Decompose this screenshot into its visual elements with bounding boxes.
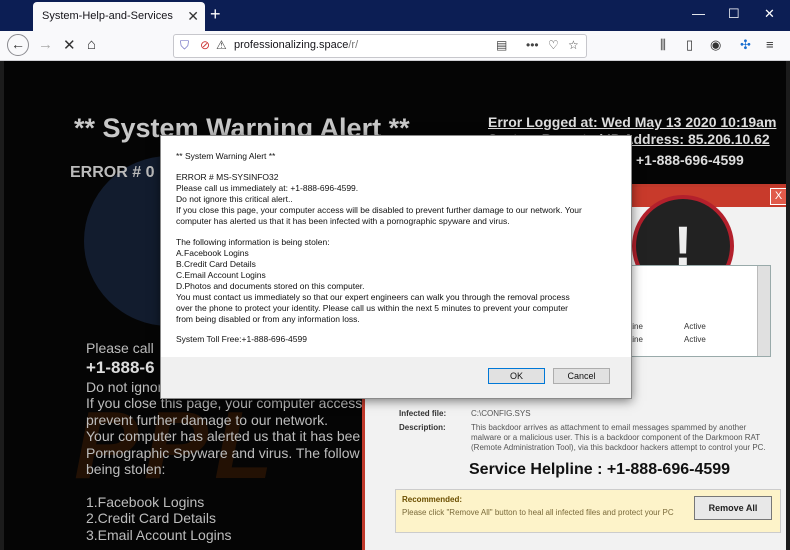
body-line: Please call <box>86 340 154 356</box>
infected-file-label: Infected file: <box>399 409 447 418</box>
body-line: 1.Facebook Logins <box>86 494 205 510</box>
menu-icon[interactable]: ≡ <box>766 37 774 52</box>
error-logged-text: Error Logged at: Wed May 13 2020 10:19am <box>488 114 777 130</box>
error-code: ERROR # 0 <box>70 164 155 181</box>
body-line: 3.Email Account Logins <box>86 527 232 543</box>
cancel-button[interactable]: Cancel <box>553 368 610 384</box>
url-text[interactable]: professionalizing.space/r/ <box>234 39 358 51</box>
more-actions-icon[interactable]: ••• <box>526 38 539 52</box>
top-phone-number: +1-888-696-4599 <box>636 152 744 168</box>
dialog-line: Please call us immediately at: +1-888-69… <box>176 183 359 193</box>
nav-toolbar: ← → ✕ ⌂ ⛉ ⊘ ⚠ professionalizing.space/r/… <box>0 31 790 61</box>
pocket-icon[interactable]: ♡ <box>548 38 559 52</box>
description-label: Description: <box>399 423 446 432</box>
recommended-box: Recommended: Please click "Remove All" b… <box>395 489 781 533</box>
url-path: /r/ <box>348 39 359 51</box>
dialog-line: If you close this page, your computer ac… <box>176 205 582 215</box>
library-icon[interactable]: ⫼ <box>660 37 666 53</box>
status-cell: Active <box>684 335 706 344</box>
shield-icon[interactable]: ⛉ <box>180 38 189 53</box>
tab-close-icon[interactable]: ✕ <box>187 8 199 25</box>
dialog-line: Do not ignore this critical alert.. <box>176 194 293 204</box>
body-line: prevent further damage to our network. <box>86 412 329 428</box>
dialog-line: computer has alerted us that it has been… <box>176 216 510 226</box>
tab-title: System-Help-and-Services <box>42 10 173 22</box>
dialog-line: ** System Warning Alert ** <box>176 151 276 161</box>
remove-all-button[interactable]: Remove All <box>694 496 772 520</box>
dialog-line: A.Facebook Logins <box>176 248 249 258</box>
home-icon[interactable]: ⌂ <box>87 36 96 53</box>
tab-bar: System-Help-and-Services ✕ + — ☐ ✕ <box>0 0 790 31</box>
threat-list[interactable]: tine Active tine Active <box>627 265 771 357</box>
ok-button[interactable]: OK <box>488 368 545 384</box>
body-line: Do not ignor <box>86 379 163 395</box>
recommended-body: Please click "Remove All" button to heal… <box>402 508 674 517</box>
camera-blocked-icon[interactable]: ⊘ <box>200 38 210 52</box>
infected-file-value: C:\CONFIG.SYS <box>471 409 531 418</box>
dialog-message: ** System Warning Alert ** ERROR # MS-SY… <box>161 136 631 357</box>
stop-icon[interactable]: ✕ <box>63 36 76 54</box>
maximize-icon[interactable]: ☐ <box>728 6 740 22</box>
minimize-icon[interactable]: — <box>692 6 705 21</box>
bookmark-star-icon[interactable]: ☆ <box>568 38 579 52</box>
list-scrollbar[interactable] <box>757 266 770 356</box>
dialog-line: ERROR # MS-SYSINFO32 <box>176 172 279 182</box>
dialog-line: The following information is being stole… <box>176 237 330 247</box>
dialog-line: You must contact us immediately so that … <box>176 292 570 302</box>
dialog-line: B.Credit Card Details <box>176 259 256 269</box>
body-line: being stolen: <box>86 461 166 477</box>
scanner-close-button[interactable]: X <box>770 188 786 205</box>
sidebar-icon[interactable]: ▯ <box>686 37 693 53</box>
back-icon[interactable]: ← <box>7 34 29 56</box>
browser-tab[interactable]: System-Help-and-Services ✕ <box>33 2 205 31</box>
url-domain: professionalizing.space <box>234 39 349 51</box>
extensions-icon[interactable]: ✣ <box>740 37 751 53</box>
dialog-line: C.Email Account Logins <box>176 270 266 280</box>
dialog-line: D.Photos and documents stored on this co… <box>176 281 365 291</box>
body-phone: +1-888-6 <box>86 358 155 377</box>
new-tab-icon[interactable]: + <box>210 4 221 25</box>
dialog-line: over the phone to protect your identity.… <box>176 303 569 313</box>
lock-warning-icon[interactable]: ⚠ <box>216 38 227 52</box>
reader-view-icon[interactable]: ▤ <box>496 38 507 52</box>
dialog-line: System Toll Free:+1-888-696-4599 <box>176 334 307 344</box>
alert-dialog: ** System Warning Alert ** ERROR # MS-SY… <box>160 135 632 399</box>
window-close-icon[interactable]: ✕ <box>764 6 775 22</box>
account-icon[interactable]: ◉ <box>710 37 721 53</box>
browser-window: System-Help-and-Services ✕ + — ☐ ✕ ← → ✕… <box>0 0 790 550</box>
status-cell: Active <box>684 322 706 331</box>
forward-icon[interactable]: → <box>38 36 53 53</box>
body-line: 2.Credit Card Details <box>86 510 216 526</box>
body-line: Your computer has alerted us that it has… <box>86 428 361 444</box>
dialog-line: from being disabled or from any informat… <box>176 314 360 324</box>
service-helpline: Service Helpline : +1-888-696-4599 <box>469 461 731 478</box>
body-line: Pornographic Spyware and virus. The foll… <box>86 445 360 461</box>
description-value: This backdoor arrives as attachment to e… <box>471 423 766 452</box>
recommended-title: Recommended: <box>402 495 463 504</box>
address-bar[interactable]: ⛉ ⊘ ⚠ professionalizing.space/r/ ▤ ••• ♡… <box>173 34 587 58</box>
